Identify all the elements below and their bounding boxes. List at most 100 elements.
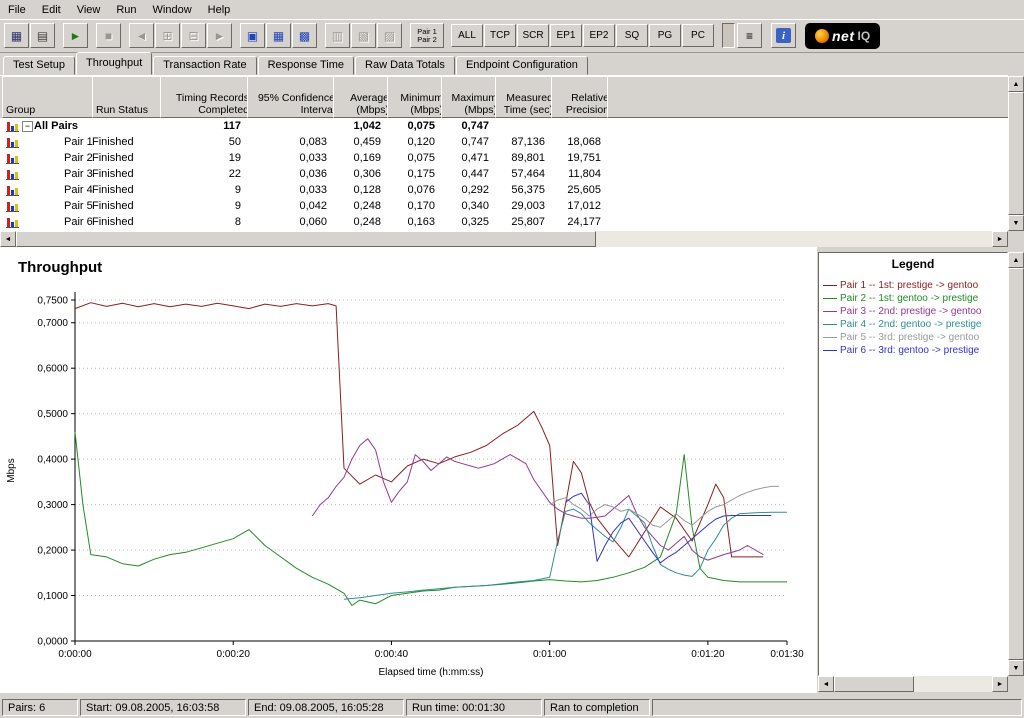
table-row-all-pairs[interactable]: −All Pairs1171,0420,0750,747 — [0, 118, 1008, 134]
table-row-pair-2[interactable]: Pair 2Finished190,0330,1690,0750,47189,8… — [0, 150, 1008, 166]
filter-pg-button[interactable]: PG — [649, 24, 681, 47]
column-header-average-mbps[interactable]: Average(Mbps) — [333, 76, 393, 118]
move-right-icon: ► — [214, 30, 226, 42]
column-header-label: Minimum — [391, 92, 443, 104]
list-icon: ≡ — [746, 30, 753, 42]
scroll-up-arrow[interactable]: ▲ — [1008, 76, 1024, 92]
cell-value: 50 — [160, 134, 241, 150]
toolbar: ▦▤►■◄⊞⊟►▣▦▩▥▧▨Pair 1Pair 2ALLTCPSCREP1EP… — [0, 19, 1024, 53]
print-button[interactable]: ▤ — [30, 23, 55, 48]
filter-ep2-button[interactable]: EP2 — [583, 24, 615, 47]
pair-chart-icon — [6, 136, 19, 148]
tab-test-setup[interactable]: Test Setup — [3, 56, 75, 75]
filter-all-button[interactable]: ALL — [451, 24, 483, 47]
status-end-time: End: 09.08.2005, 16:05:28 — [248, 699, 404, 716]
cell-value: 0,447 — [441, 166, 489, 182]
table-vertical-scrollbar[interactable]: ▲▼ — [1008, 76, 1024, 231]
scroll-thumb[interactable] — [834, 676, 914, 692]
column-header-run-status[interactable]: Run Status — [92, 76, 166, 118]
menu-item-window[interactable]: Window — [145, 1, 200, 19]
cell-value: 0,248 — [333, 198, 381, 214]
cell-value: 0,163 — [387, 214, 435, 230]
link-endpoints-button[interactable]: ▩ — [292, 23, 317, 48]
group-label: All Pairs — [34, 118, 78, 134]
scroll-right-arrow[interactable]: ► — [992, 231, 1008, 247]
column-header-label: Interval — [251, 104, 335, 116]
table-horizontal-scrollbar[interactable]: ◄► — [0, 231, 1008, 247]
table-row-pair-1[interactable]: Pair 1Finished500,0830,4590,1200,74787,1… — [0, 134, 1008, 150]
legend-item-pair-5: Pair 5 -- 3rd: prestige -> gentoo — [823, 331, 1005, 344]
tab-strip: Test SetupThroughputTransaction RateResp… — [0, 53, 1024, 75]
menu-item-view[interactable]: View — [69, 1, 109, 19]
filter-pc-button[interactable]: PC — [682, 24, 714, 47]
tab-response-time[interactable]: Response Time — [258, 56, 354, 75]
column-header-95-confidence-interval[interactable]: 95% ConfidenceInterval — [247, 76, 339, 118]
column-header-minimum-mbps[interactable]: Minimum(Mbps) — [387, 76, 447, 118]
column-header-label: (Mbps) — [445, 104, 497, 116]
run-test-icon: ► — [70, 30, 82, 42]
filter-scr-button[interactable]: SCR — [517, 24, 549, 47]
scroll-thumb[interactable] — [16, 231, 596, 247]
menu-item-file[interactable]: File — [0, 1, 34, 19]
scroll-right-arrow[interactable]: ► — [992, 676, 1008, 692]
scroll-thumb[interactable] — [1008, 92, 1024, 215]
column-header-label: Run Status — [96, 104, 162, 116]
scroll-left-arrow[interactable]: ◄ — [0, 231, 16, 247]
toolbar-grip — [722, 23, 735, 48]
scroll-thumb[interactable] — [1008, 268, 1024, 660]
copy-pair-button: ⊞ — [155, 23, 180, 48]
scroll-up-arrow[interactable]: ▲ — [1008, 252, 1024, 268]
legend-label: Pair 3 -- 2nd: prestige -> gentoo — [840, 306, 981, 317]
menu-item-edit[interactable]: Edit — [34, 1, 69, 19]
svg-text:0:00:40: 0:00:40 — [375, 649, 409, 660]
collapse-expander[interactable]: − — [22, 121, 33, 132]
add-pair-button[interactable]: ▣ — [240, 23, 265, 48]
svg-text:0:00:00: 0:00:00 — [58, 649, 92, 660]
column-header-timing-records-completed[interactable]: Timing RecordsCompleted — [160, 76, 253, 118]
table-row-pair-4[interactable]: Pair 4Finished90,0330,1280,0760,29256,37… — [0, 182, 1008, 198]
status-pairs: Pairs: 6 — [2, 699, 78, 716]
legend-label: Pair 5 -- 3rd: prestige -> gentoo — [840, 332, 979, 343]
save-button[interactable]: ▦ — [4, 23, 29, 48]
cell-value: 17,012 — [551, 198, 601, 214]
scroll-left-arrow[interactable]: ◄ — [818, 676, 834, 692]
scroll-down-arrow[interactable]: ▼ — [1008, 215, 1024, 231]
cell-value: 56,375 — [495, 182, 545, 198]
table-row-pair-6[interactable]: Pair 6Finished80,0600,2480,1630,32525,80… — [0, 214, 1008, 230]
filter-ep1-button[interactable]: EP1 — [550, 24, 582, 47]
status-filler — [652, 699, 1022, 716]
run-test-button[interactable]: ► — [63, 23, 88, 48]
table-row-pair-5[interactable]: Pair 5Finished90,0420,2480,1700,34029,00… — [0, 198, 1008, 214]
scroll-down-arrow[interactable]: ▼ — [1008, 660, 1024, 676]
column-header-measured-time-sec[interactable]: MeasuredTime (sec) — [495, 76, 557, 118]
tab-transaction-rate[interactable]: Transaction Rate — [153, 56, 256, 75]
list-view-button[interactable]: ≡ — [737, 23, 762, 48]
pair-chart-icon — [6, 216, 19, 228]
column-header-label: 95% Confidence — [251, 92, 335, 104]
tab-raw-data-totals[interactable]: Raw Data Totals — [355, 56, 455, 75]
legend-horizontal-scrollbar[interactable]: ◄► — [818, 676, 1008, 692]
tab-endpoint-configuration[interactable]: Endpoint Configuration — [456, 56, 588, 75]
svg-text:0,7000: 0,7000 — [37, 318, 68, 329]
column-header-label: Average — [337, 92, 389, 104]
legend-vertical-scrollbar[interactable]: ▲▼ — [1008, 252, 1024, 676]
table-row-pair-3[interactable]: Pair 3Finished220,0360,3060,1750,44757,4… — [0, 166, 1008, 182]
netiq-logo-text-2: IQ — [858, 29, 871, 43]
info-button[interactable]: i — [771, 23, 796, 48]
cell-value: 22 — [160, 166, 241, 182]
menu-item-help[interactable]: Help — [200, 1, 239, 19]
stop-run-icon: ■ — [105, 30, 112, 42]
tab-throughput[interactable]: Throughput — [76, 52, 152, 75]
add-pair-group-button[interactable]: ▦ — [266, 23, 291, 48]
cell-value: 0,170 — [387, 198, 435, 214]
legend-line-sample — [823, 350, 837, 351]
cell-value: 57,464 — [495, 166, 545, 182]
menu-item-run[interactable]: Run — [108, 1, 144, 19]
column-header-group[interactable]: Group — [2, 76, 98, 118]
legend-items: Pair 1 -- 1st: prestige -> gentooPair 2 … — [823, 279, 1005, 357]
column-header-maximum-mbps[interactable]: Maximum(Mbps) — [441, 76, 501, 118]
column-header-relative-precision[interactable]: RelativePrecision — [551, 76, 613, 118]
filter-sq-button[interactable]: SQ — [616, 24, 648, 47]
filter-tcp-button[interactable]: TCP — [484, 24, 516, 47]
pair-rows-button[interactable]: Pair 1Pair 2 — [410, 23, 444, 48]
